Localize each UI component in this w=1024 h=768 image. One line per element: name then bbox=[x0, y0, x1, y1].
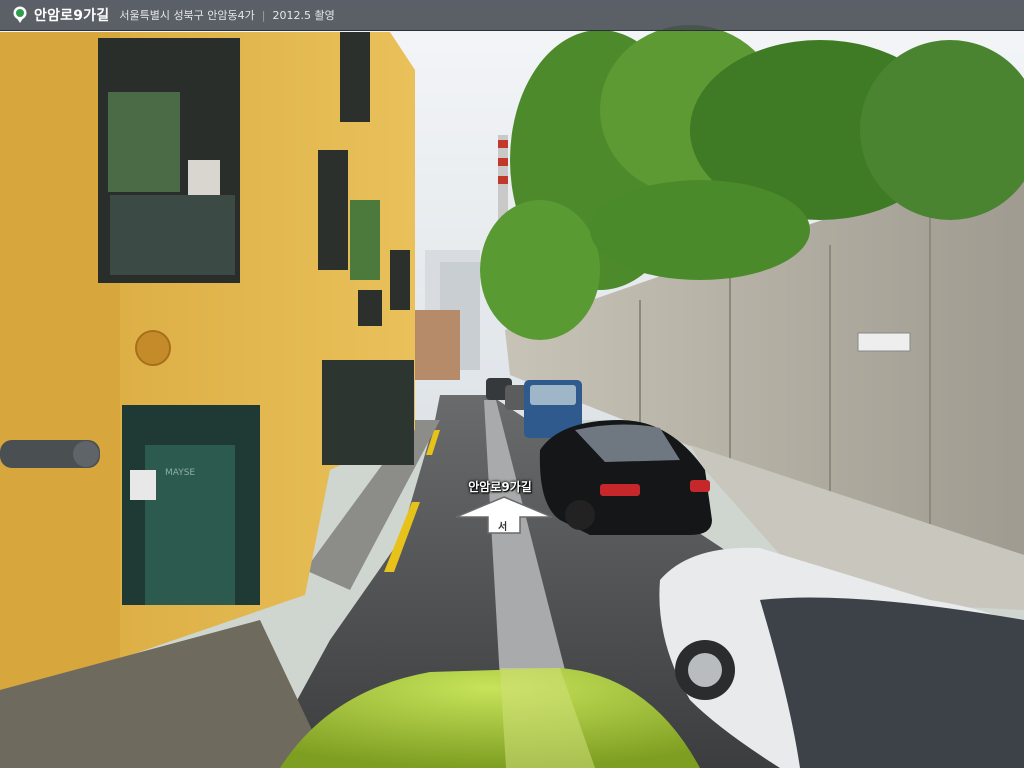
capture-date: 2012.5 촬영 bbox=[272, 9, 335, 22]
direction-label: 서 bbox=[498, 522, 508, 533]
header-separator: | bbox=[261, 8, 266, 22]
street-view-panorama[interactable]: MAYSE bbox=[0, 0, 1024, 768]
location-header: 안암로9가길 서울특별시 성북구 안암동4가 | 2012.5 촬영 bbox=[0, 0, 1024, 31]
entrance-sign: MAYSE bbox=[165, 468, 195, 478]
wall-sign bbox=[857, 332, 911, 352]
district-address: 서울특별시 성북구 안암동4가 bbox=[119, 9, 255, 22]
round-vent bbox=[135, 330, 171, 366]
nav-street-label: 안암로9가길 bbox=[468, 480, 532, 494]
map-pin-icon bbox=[13, 6, 27, 23]
street-name: 안암로9가길 bbox=[34, 8, 110, 24]
